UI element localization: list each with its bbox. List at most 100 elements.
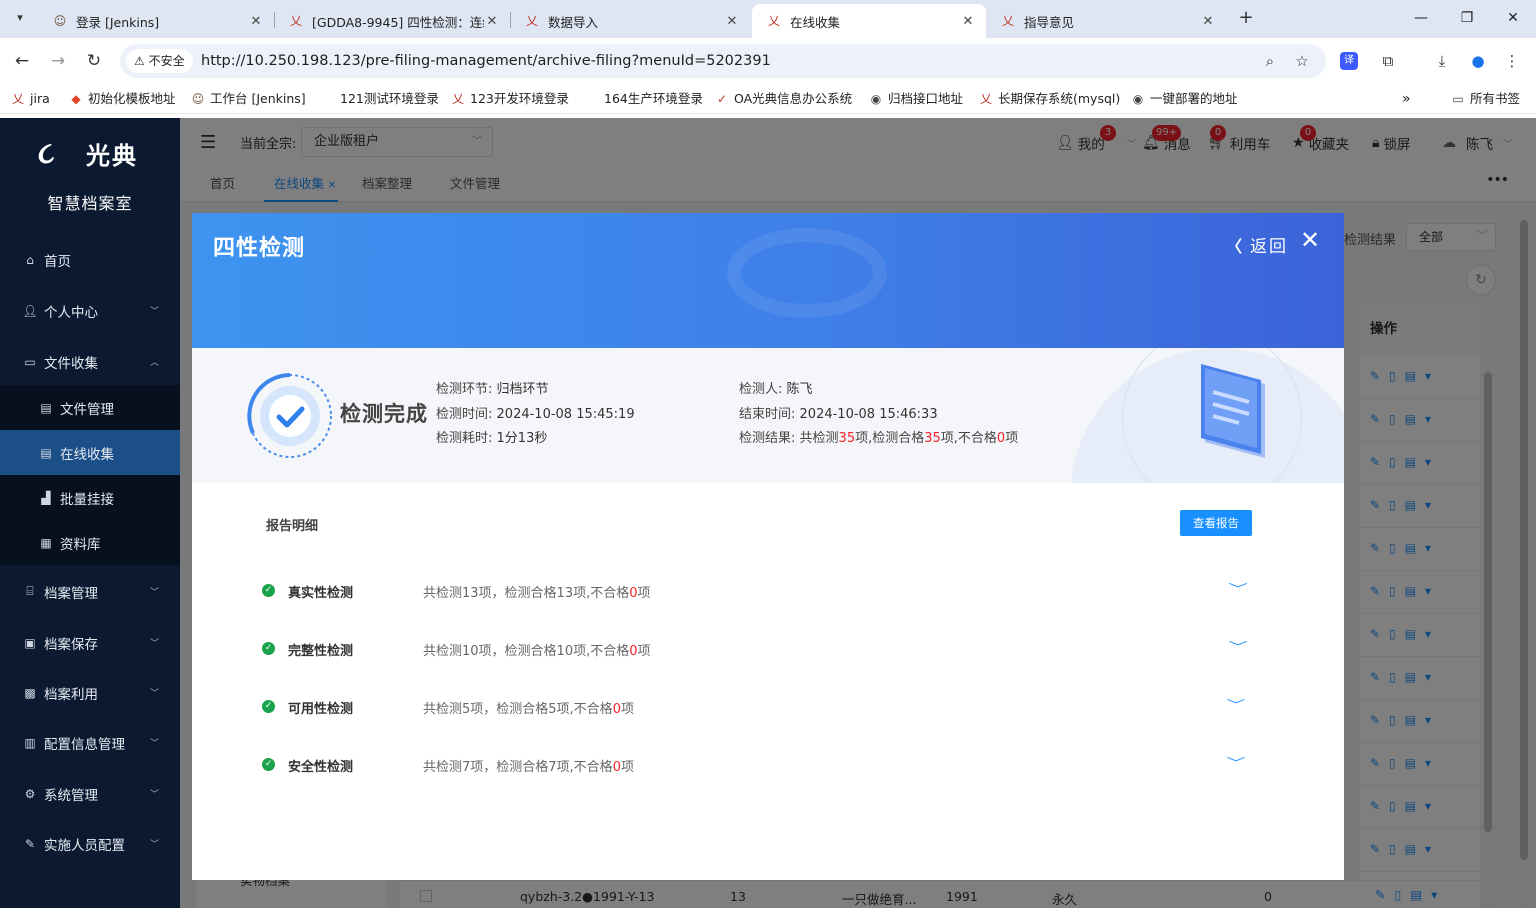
oa-logo-icon: ✓ bbox=[716, 92, 728, 106]
chevron-down-icon[interactable]: ﹀ bbox=[1226, 696, 1245, 713]
bookmark-jenkins[interactable]: ☺ 工作台 [Jenkins] bbox=[190, 90, 306, 108]
check-circle-icon: ✓ bbox=[262, 584, 275, 597]
header-decoration bbox=[727, 228, 887, 318]
sidebar-item-file-manage[interactable]: ▤ 文件管理 bbox=[0, 385, 180, 430]
app-logo: ૮ 光典 bbox=[38, 136, 138, 171]
new-tab-plus-icon[interactable]: + bbox=[1234, 6, 1258, 30]
address-toolbar: ← → ↻ ⚠ 不安全 http://10.250.198.123/pre-fi… bbox=[0, 38, 1536, 84]
chevron-down-icon[interactable]: ﹀ bbox=[1228, 580, 1247, 597]
close-icon[interactable]: ✕ bbox=[484, 14, 500, 29]
browser-tab-online-collect[interactable]: 乂 在线收集 ✕ bbox=[752, 4, 986, 38]
chevron-down-icon: ﹀ bbox=[150, 689, 160, 699]
sidebar-item-system[interactable]: ⚙ 系统管理 ﹀ bbox=[0, 771, 180, 816]
back-button[interactable]: 〈 返回 bbox=[1226, 232, 1288, 258]
sidebar-item-implementer[interactable]: ✎ 实施人员配置 ﹀ bbox=[0, 821, 180, 866]
close-icon[interactable]: ✕ bbox=[1200, 14, 1216, 29]
sidebar-item-file-collect[interactable]: ▭ 文件收集 ︿ bbox=[0, 339, 180, 384]
jira-icon: 乂 bbox=[767, 14, 780, 28]
sidebar-item-archive-use[interactable]: ▩ 档案利用 ﹀ bbox=[0, 670, 180, 715]
dialog-close-icon[interactable]: ✕ bbox=[1298, 228, 1322, 252]
sidebar-item-config[interactable]: ▥ 配置信息管理 ﹀ bbox=[0, 720, 180, 765]
browser-tab-bar: ▾ ☺ 登录 [Jenkins] ✕ 乂 [GDDA8-9945] 四性检测：连… bbox=[0, 0, 1536, 38]
gitlab-icon: ◆ bbox=[71, 92, 81, 106]
calendar-icon: ▦ bbox=[40, 535, 52, 550]
check-circle-icon: ✓ bbox=[262, 758, 275, 771]
sidebar-item-batch-attach[interactable]: ▟ 批量挂接 bbox=[0, 475, 180, 520]
zoom-icon[interactable]: ⌕ bbox=[1258, 49, 1282, 73]
chevron-down-icon[interactable]: ﹀ bbox=[1228, 638, 1247, 655]
close-icon[interactable]: ✕ bbox=[960, 14, 976, 29]
sidebar-item-archive-save[interactable]: ▣ 档案保存 ﹀ bbox=[0, 620, 180, 665]
security-chip[interactable]: ⚠ 不安全 bbox=[126, 49, 193, 73]
sidebar-item-archive-manage[interactable]: ⌸ 档案管理 ﹀ bbox=[0, 569, 180, 614]
chevron-up-icon: ︿ bbox=[150, 358, 160, 368]
back-arrow-icon[interactable]: ← bbox=[10, 49, 34, 73]
document-illustration-icon bbox=[1201, 364, 1265, 458]
bookmarks-overflow-icon[interactable]: » bbox=[1402, 90, 1411, 108]
check-row-usability[interactable]: ✓ 可用性检测 共检测5项，检测合格5项,不合格0项 ﹀ bbox=[262, 690, 1272, 724]
check-end-time: 结束时间: 2024-10-08 15:46:33 bbox=[739, 407, 938, 422]
view-report-button[interactable]: 查看报告 bbox=[1180, 510, 1252, 536]
check-circle-icon: ✓ bbox=[262, 700, 275, 713]
jira-icon: 乂 bbox=[11, 92, 24, 106]
report-detail-title: 报告明细 bbox=[266, 519, 319, 534]
chevron-down-icon: ﹀ bbox=[150, 588, 160, 598]
browser-menu-icon[interactable]: ⋮ bbox=[1500, 49, 1524, 73]
bookmark-jira[interactable]: 乂 jira bbox=[10, 90, 50, 108]
bookmark-oa[interactable]: ✓ OA光典信息办公系统 bbox=[714, 90, 852, 108]
jira-icon: 乂 bbox=[289, 14, 302, 28]
sidebar-item-home[interactable]: ⌂ 首页 bbox=[0, 237, 180, 282]
bank-icon: ⌸ bbox=[26, 584, 34, 598]
bookmark-123[interactable]: 乂 123开发环境登录 bbox=[450, 90, 569, 108]
download-icon[interactable]: ⤓ bbox=[1430, 49, 1454, 73]
jira-icon: 乂 bbox=[525, 14, 538, 28]
chevron-down-icon: ﹀ bbox=[150, 840, 160, 850]
check-stage: 检测环节: 归档环节 bbox=[436, 382, 549, 397]
clipboard-icon: ▩ bbox=[24, 685, 36, 700]
chevron-down-icon: ﹀ bbox=[150, 639, 160, 649]
jenkins-icon: ☺ bbox=[53, 14, 67, 28]
bookmark-template[interactable]: ◆ 初始化模板地址 bbox=[68, 90, 175, 108]
tab-search-chevron-icon[interactable]: ▾ bbox=[8, 6, 32, 30]
globe-icon: ◉ bbox=[1132, 92, 1144, 106]
address-bar[interactable]: ⚠ 不安全 http://10.250.198.123/pre-filing-m… bbox=[120, 44, 1326, 78]
forward-arrow-icon[interactable]: → bbox=[46, 49, 70, 73]
url-text[interactable]: http://10.250.198.123/pre-filing-managem… bbox=[201, 44, 771, 78]
sidebar-item-online-collect[interactable]: ▤ 在线收集 bbox=[0, 430, 180, 475]
bookmark-archive-api[interactable]: ◉ 归档接口地址 bbox=[868, 90, 963, 108]
check-row-security[interactable]: ✓ 安全性检测 共检测7项，检测合格7项,不合格0项 ﹀ bbox=[262, 748, 1272, 782]
sidebar-item-personal[interactable]: 👤︎ 个人中心 ﹀ bbox=[0, 288, 180, 333]
close-icon[interactable]: ✕ bbox=[724, 14, 740, 29]
bookmark-121[interactable]: 121测试环境登录 bbox=[340, 90, 439, 108]
extensions-puzzle-icon[interactable]: ⧉ bbox=[1376, 49, 1400, 73]
folder-icon: ▭ bbox=[1452, 92, 1464, 106]
sidebar-item-library[interactable]: ▦ 资料库 bbox=[0, 520, 180, 565]
check-status: 检测完成 bbox=[340, 402, 428, 426]
browser-tab-gdda[interactable]: 乂 [GDDA8-9945] 四性检测：连续 ✕ bbox=[274, 4, 510, 38]
all-bookmarks[interactable]: ▭ 所有书签 bbox=[1450, 90, 1520, 108]
warning-icon: ⚠ bbox=[134, 54, 145, 68]
file-icon: ▤ bbox=[40, 400, 52, 415]
close-icon[interactable]: ✕ bbox=[248, 14, 264, 29]
bookmark-164[interactable]: 164生产环境登录 bbox=[604, 90, 703, 108]
reload-icon[interactable]: ↻ bbox=[82, 49, 106, 73]
translate-extension-icon[interactable]: 译 bbox=[1340, 52, 1358, 70]
restore-icon[interactable]: ❐ bbox=[1444, 0, 1490, 38]
chevron-left-icon: 〈 bbox=[1226, 236, 1245, 256]
browser-tab-data-import[interactable]: 乂 数据导入 ✕ bbox=[510, 4, 750, 38]
bookmark-longterm[interactable]: 乂长期保存系统(mysql) bbox=[978, 90, 1120, 108]
doc-icon: ▤ bbox=[40, 445, 52, 460]
check-row-authenticity[interactable]: ✓ 真实性检测 共检测13项，检测合格13项,不合格0项 ﹀ bbox=[262, 574, 1272, 608]
window-close-icon[interactable]: ✕ bbox=[1490, 0, 1536, 38]
minimize-icon[interactable]: — bbox=[1398, 0, 1444, 38]
check-row-integrity[interactable]: ✓ 完整性检测 共检测10项，检测合格10项,不合格0项 ﹀ bbox=[262, 632, 1272, 666]
chevron-down-icon[interactable]: ﹀ bbox=[1226, 754, 1245, 771]
profile-avatar-icon[interactable]: ● bbox=[1466, 49, 1490, 73]
bookmark-deploy[interactable]: ◉ 一键部署的地址 bbox=[1130, 90, 1238, 108]
chart-icon: ▟ bbox=[41, 490, 51, 505]
app-sidebar: ૮ 光典 智慧档案室 ⌂ 首页 👤︎ 个人中心 ﹀ ▭ 文件收集 ︿ ▤ 文件管理 ▤ 在线收… bbox=[0, 118, 180, 908]
star-icon[interactable]: ☆ bbox=[1290, 49, 1314, 73]
browser-tab-guidance[interactable]: 乂 指导意见 ✕ bbox=[986, 4, 1226, 38]
browser-tab-jenkins-login[interactable]: ☺ 登录 [Jenkins] ✕ bbox=[38, 4, 274, 38]
check-result: 检测结果: 共检测35项,检测合格35项,不合格0项 bbox=[739, 431, 1019, 446]
